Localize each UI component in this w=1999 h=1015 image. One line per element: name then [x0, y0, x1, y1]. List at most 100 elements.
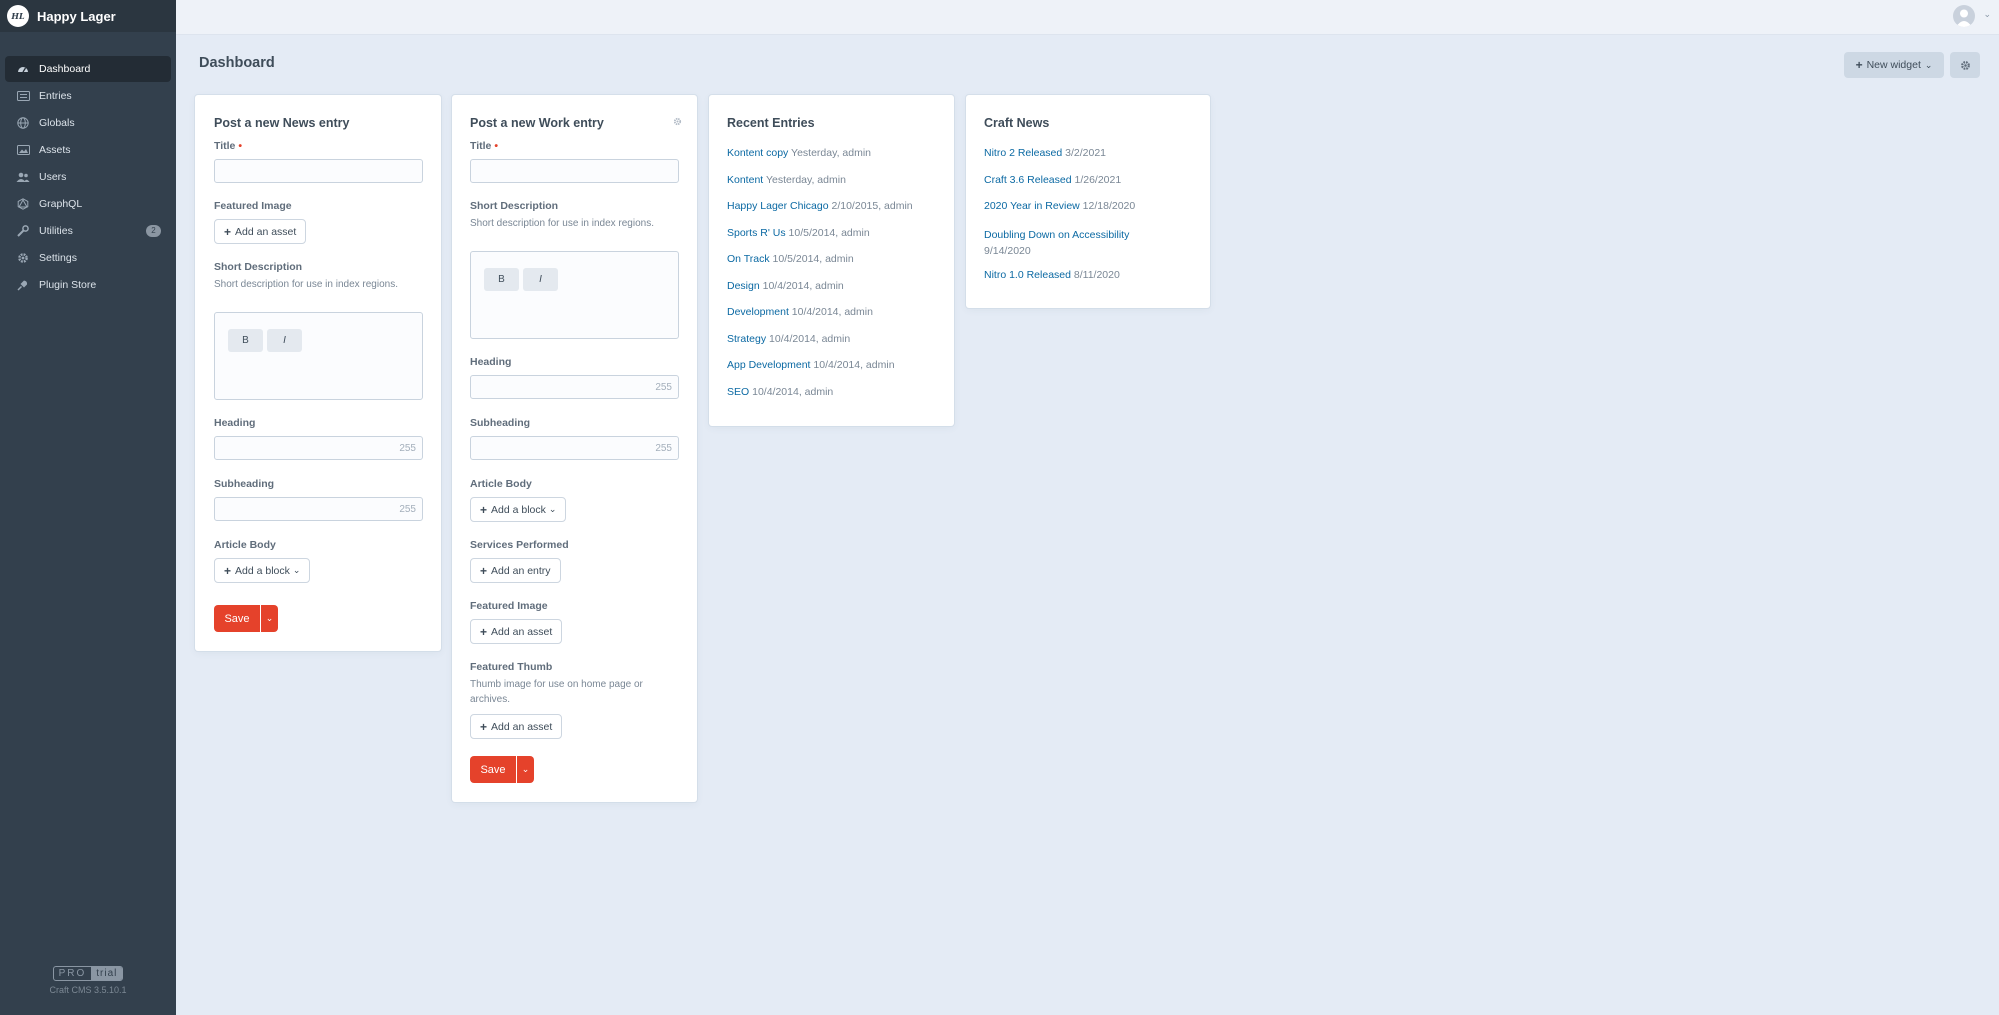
- chevron-down-icon[interactable]: ⌄: [1983, 9, 1991, 20]
- list-item: 2020 Year in Review 12/18/2020: [984, 200, 1135, 212]
- site-header[interactable]: HL Happy Lager: [0, 0, 176, 32]
- plus-icon: +: [1855, 58, 1863, 72]
- user-avatar[interactable]: [1953, 5, 1975, 27]
- gear-icon: [1960, 60, 1971, 71]
- entry-meta: 10/4/2014, admin: [813, 359, 895, 371]
- services-performed-label: Services Performed: [470, 539, 569, 551]
- news-link[interactable]: Nitro 2 Released: [984, 147, 1062, 159]
- work-entry-widget: Post a new Work entry Title • Short Descr…: [452, 95, 697, 802]
- dashboard-icon: [16, 63, 30, 75]
- nav-item-plugin-store[interactable]: Plugin Store: [5, 272, 171, 298]
- gear-icon[interactable]: [673, 117, 682, 126]
- add-block-label: Add a block: [491, 503, 546, 516]
- save-button[interactable]: Save: [214, 605, 260, 632]
- entry-link[interactable]: Sports R' Us: [727, 227, 786, 239]
- italic-button[interactable]: I: [267, 329, 302, 352]
- add-asset-button[interactable]: + Add an asset: [214, 219, 307, 244]
- entry-link[interactable]: Happy Lager Chicago: [727, 200, 829, 212]
- nav-label: GraphQL: [39, 198, 83, 210]
- heading-input[interactable]: 255: [214, 436, 423, 460]
- nav-label: Utilities: [39, 225, 73, 237]
- news-link[interactable]: Nitro 1.0 Released: [984, 269, 1071, 281]
- news-date: 8/11/2020: [1073, 269, 1120, 281]
- news-link[interactable]: Craft 3.6 Released: [984, 174, 1072, 186]
- plus-icon: +: [224, 563, 232, 578]
- dashboard-settings-button[interactable]: [1950, 52, 1980, 78]
- list-item: Sports R' Us 10/5/2014, admin: [727, 227, 870, 239]
- edition-info: PRO trial Craft CMS 3.5.10.1: [0, 963, 176, 995]
- add-block-label: Add a block: [235, 564, 290, 577]
- short-description-editor[interactable]: B I: [470, 251, 679, 339]
- list-item: Development 10/4/2014, admin: [727, 306, 873, 318]
- nav-item-graphql[interactable]: GraphQL: [5, 191, 171, 217]
- save-button-group: Save ⌄: [214, 605, 278, 632]
- add-entry-label: Add an entry: [491, 564, 551, 577]
- save-menu-button[interactable]: ⌄: [516, 756, 534, 783]
- sidebar: HL Happy Lager Dashboard Entries Globals: [0, 0, 176, 1015]
- plus-icon: +: [480, 563, 488, 578]
- entry-link[interactable]: App Development: [727, 359, 810, 371]
- italic-button[interactable]: I: [523, 268, 558, 291]
- nav-item-settings[interactable]: Settings: [5, 245, 171, 271]
- entry-link[interactable]: Kontent copy: [727, 147, 788, 159]
- entry-link[interactable]: Strategy: [727, 333, 766, 345]
- list-item: Happy Lager Chicago 2/10/2015, admin: [727, 200, 913, 212]
- list-item: Design 10/4/2014, admin: [727, 280, 844, 292]
- edition-status: trial: [91, 967, 123, 980]
- nav-item-entries[interactable]: Entries: [5, 83, 171, 109]
- chevron-down-icon: ⌄: [1924, 59, 1933, 70]
- entry-meta: 10/4/2014, admin: [791, 306, 873, 318]
- plus-icon: +: [480, 719, 488, 734]
- entry-link[interactable]: Design: [727, 280, 760, 292]
- widget-title: Craft News: [984, 116, 1050, 130]
- entry-meta: 10/5/2014, admin: [772, 253, 854, 265]
- nav-item-dashboard[interactable]: Dashboard: [5, 56, 171, 82]
- subheading-input[interactable]: 255: [214, 497, 423, 521]
- add-asset-button[interactable]: + Add an asset: [470, 619, 563, 644]
- widget-title: Recent Entries: [727, 116, 815, 130]
- list-item: Doubling Down on Accessibility 9/14/2020: [984, 227, 1129, 259]
- heading-input[interactable]: 255: [470, 375, 679, 399]
- site-name[interactable]: Happy Lager: [37, 9, 116, 24]
- title-input[interactable]: [470, 159, 679, 183]
- nav-item-globals[interactable]: Globals: [5, 110, 171, 136]
- nav-item-assets[interactable]: Assets: [5, 137, 171, 163]
- add-block-button[interactable]: + Add a block ⌄: [214, 558, 311, 583]
- subheading-label: Subheading: [470, 417, 531, 429]
- subheading-label: Subheading: [214, 478, 275, 490]
- add-thumb-asset-button[interactable]: + Add an asset: [470, 714, 563, 739]
- bold-button[interactable]: B: [484, 268, 519, 291]
- global-header: ⌄: [176, 0, 1999, 35]
- save-menu-button[interactable]: ⌄: [260, 605, 278, 632]
- list-item: Strategy 10/4/2014, admin: [727, 333, 850, 345]
- plus-icon: +: [480, 502, 488, 517]
- nav-item-utilities[interactable]: Utilities 2: [5, 218, 171, 244]
- edition-badge[interactable]: PRO trial: [52, 966, 124, 981]
- nav-item-users[interactable]: Users: [5, 164, 171, 190]
- bold-button[interactable]: B: [228, 329, 263, 352]
- entry-link[interactable]: Kontent: [727, 174, 763, 186]
- save-button[interactable]: Save: [470, 756, 516, 783]
- nav-label: Dashboard: [39, 63, 91, 75]
- title-input[interactable]: [214, 159, 423, 183]
- article-body-label: Article Body: [214, 539, 276, 551]
- add-entry-button[interactable]: + Add an entry: [470, 558, 561, 583]
- nav-label: Assets: [39, 144, 71, 156]
- news-link[interactable]: Doubling Down on Accessibility: [984, 229, 1129, 241]
- heading-label: Heading: [470, 356, 512, 368]
- entry-link[interactable]: SEO: [727, 386, 749, 398]
- craft-news-widget: Craft News Nitro 2 Released 3/2/2021 Cra…: [966, 95, 1210, 308]
- list-item: On Track 10/5/2014, admin: [727, 253, 854, 265]
- news-link[interactable]: 2020 Year in Review: [984, 200, 1080, 212]
- short-description-editor[interactable]: B I: [214, 312, 423, 400]
- featured-thumb-instructions: Thumb image for use on home page or arch…: [470, 679, 643, 705]
- entry-link[interactable]: On Track: [727, 253, 770, 265]
- entry-meta: 10/4/2014, admin: [752, 385, 834, 398]
- entry-link[interactable]: Development: [727, 306, 789, 318]
- entry-meta: Yesterday, admin: [765, 173, 846, 186]
- subheading-input[interactable]: 255: [470, 436, 679, 460]
- nav-label: Entries: [39, 90, 72, 102]
- new-widget-button[interactable]: + New widget ⌄: [1844, 52, 1944, 78]
- gear-icon: [16, 252, 30, 264]
- add-block-button[interactable]: + Add a block ⌄: [470, 497, 567, 522]
